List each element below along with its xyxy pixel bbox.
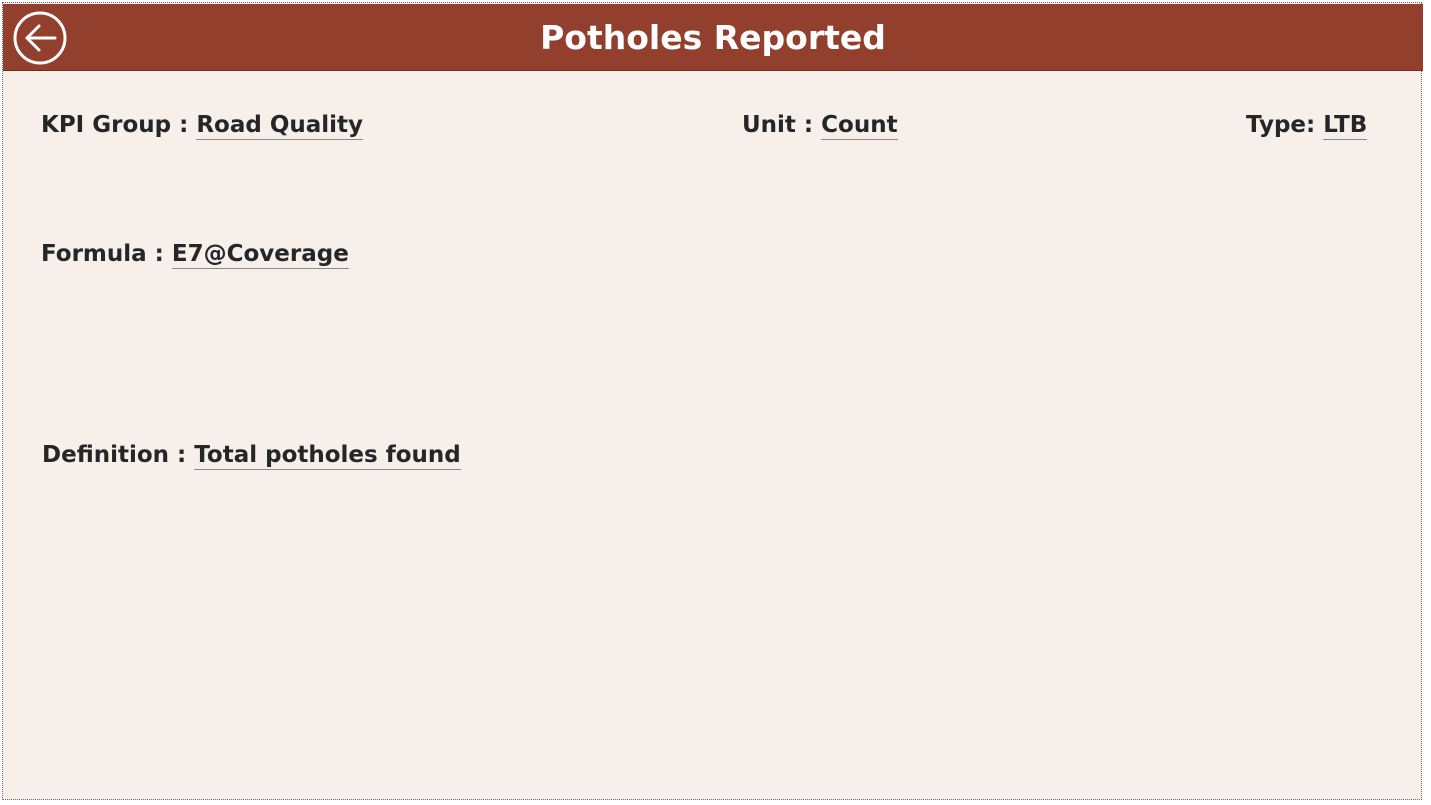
header-bar: Potholes Reported <box>3 4 1423 71</box>
type-value: LTB <box>1323 112 1368 140</box>
type-label: Type: <box>1246 112 1324 138</box>
back-arrow-circle-icon <box>13 11 67 65</box>
unit-value: Count <box>821 112 898 140</box>
back-button[interactable] <box>12 10 68 66</box>
type-field: Type: LTB <box>1246 112 1368 140</box>
formula-field: Formula : E7@Coverage <box>41 241 349 269</box>
kpi-group-label: KPI Group : <box>41 112 197 138</box>
kpi-group-value: Road Quality <box>196 112 364 140</box>
definition-label: Definition : <box>42 442 195 468</box>
definition-field: Definition : Total potholes found <box>42 442 461 470</box>
formula-value: E7@Coverage <box>171 241 349 269</box>
formula-label: Formula : <box>41 241 172 267</box>
unit-field: Unit : Count <box>742 112 898 140</box>
definition-value: Total potholes found <box>194 442 461 470</box>
page-title: Potholes Reported <box>540 18 886 57</box>
kpi-group-field: KPI Group : Road Quality <box>41 112 364 140</box>
unit-label: Unit : <box>742 112 822 138</box>
